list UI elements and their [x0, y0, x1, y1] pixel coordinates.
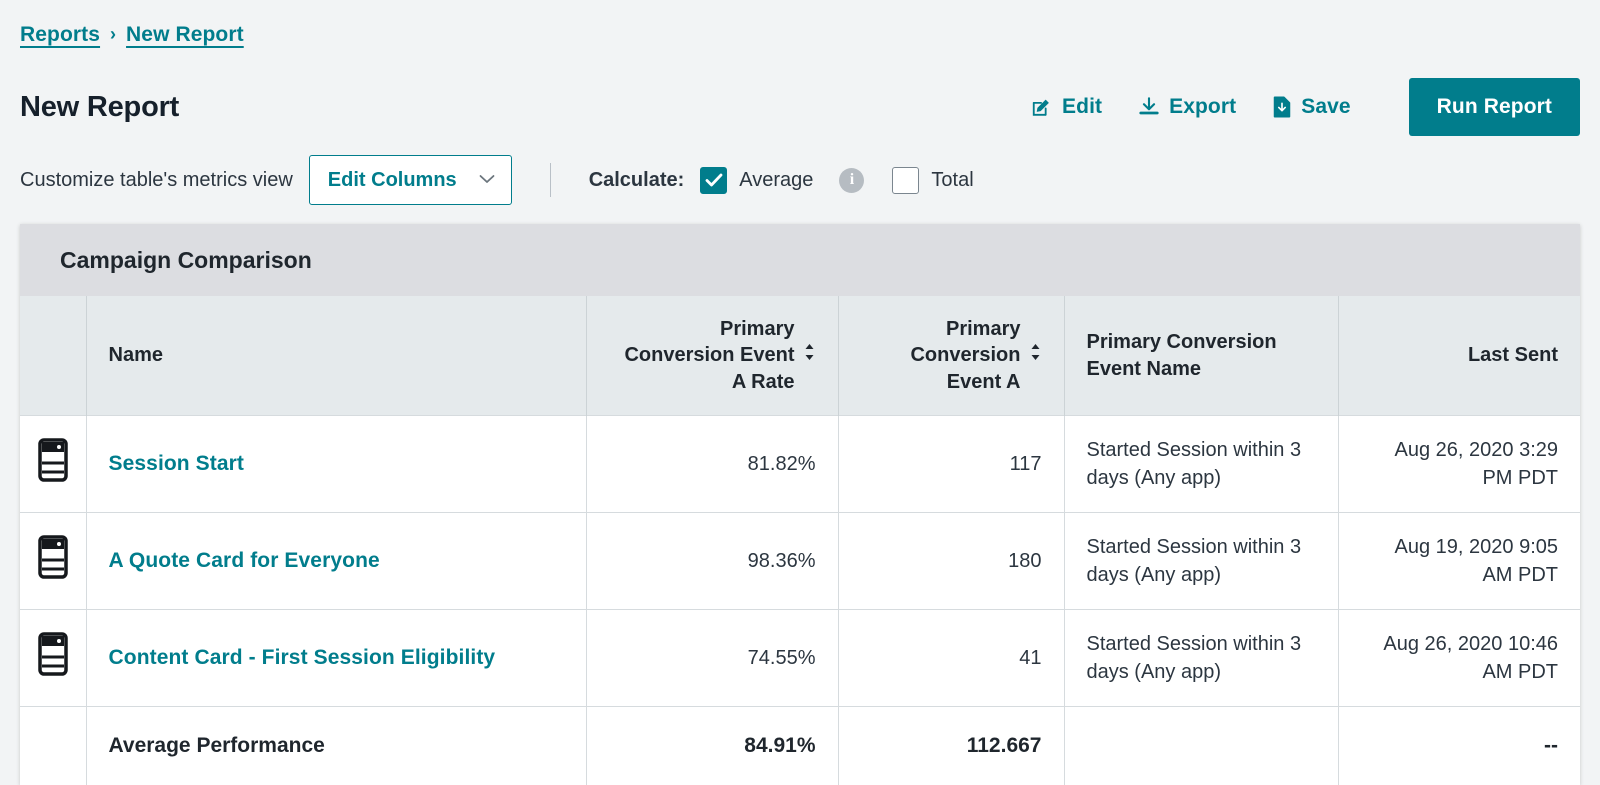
total-checkbox-group: Total: [892, 166, 974, 194]
save-file-icon: [1272, 96, 1292, 118]
column-header-rate[interactable]: Primary Conversion Event A Rate: [586, 296, 839, 416]
column-header-count[interactable]: Primary Conversion Event A: [838, 296, 1065, 416]
download-icon: [1138, 96, 1160, 118]
row-event-name-cell: Started Session within 3 days (Any app): [1064, 415, 1339, 513]
content-card-icon: [38, 438, 68, 490]
column-header-count-label: Primary Conversion Event A: [910, 318, 1021, 393]
campaign-comparison-card: Campaign Comparison Name Primary Convers…: [20, 224, 1580, 785]
edit-pencil-icon: [1031, 96, 1053, 118]
row-rate-cell: 74.55%: [586, 609, 839, 707]
chevron-down-icon: [479, 171, 495, 189]
total-checkbox[interactable]: [892, 166, 920, 194]
average-checkbox-group: Average i: [700, 166, 865, 194]
summary-rate-cell: 84.91%: [586, 706, 839, 785]
sort-arrows-icon: [803, 342, 816, 368]
run-report-button[interactable]: Run Report: [1408, 78, 1580, 136]
customize-metrics-label: Customize table's metrics view: [20, 168, 293, 191]
summary-label-cell: Average Performance: [86, 706, 587, 785]
report-page: Reports › New Report New Report Edit Exp…: [0, 0, 1600, 785]
content-card-icon: [38, 632, 68, 684]
toolbar-divider: [549, 163, 551, 197]
export-button-label: Export: [1169, 95, 1237, 118]
card-title: Campaign Comparison: [60, 246, 312, 273]
breadcrumb-item-new-report[interactable]: New Report: [126, 23, 244, 47]
column-header-rate-label: Primary Conversion Event A Rate: [624, 318, 795, 393]
row-count-cell: 117: [838, 415, 1065, 513]
row-last-sent-cell: Aug 26, 2020 10:46 AM PDT: [1338, 609, 1580, 707]
content-card-icon: [38, 535, 68, 587]
edit-button[interactable]: Edit: [1031, 95, 1102, 119]
save-button-label: Save: [1301, 95, 1351, 118]
column-header-event-name: Primary Conversion Event Name: [1064, 296, 1339, 416]
checkmark-icon: [705, 173, 723, 187]
edit-button-label: Edit: [1062, 95, 1103, 118]
row-rate-cell: 98.36%: [586, 512, 839, 610]
row-last-sent-cell: Aug 19, 2020 9:05 AM PDT: [1338, 512, 1580, 610]
row-event-name-cell: Started Session within 3 days (Any app): [1064, 512, 1339, 610]
summary-row: Average Performance 84.91% 112.667 --: [20, 706, 1580, 785]
row-name-cell: Content Card - First Session Eligibility: [86, 609, 587, 707]
summary-last-sent-cell: --: [1338, 706, 1580, 785]
page-header: New Report Edit Export Save Run Report: [20, 76, 1580, 138]
table-row: Session Start 81.82% 117 Started Session…: [20, 415, 1580, 513]
average-checkbox[interactable]: [700, 166, 728, 194]
row-name-cell: A Quote Card for Everyone: [86, 512, 587, 610]
save-button[interactable]: Save: [1272, 95, 1351, 119]
row-rate-cell: 81.82%: [586, 415, 839, 513]
chevron-right-icon: ›: [110, 24, 117, 44]
table-row: A Quote Card for Everyone 98.36% 180 Sta…: [20, 512, 1580, 610]
average-label: Average: [739, 168, 814, 191]
info-icon[interactable]: i: [839, 167, 865, 193]
calculate-label: Calculate:: [588, 168, 685, 191]
campaign-link[interactable]: Session Start: [109, 452, 245, 475]
edit-columns-dropdown[interactable]: Edit Columns: [308, 155, 512, 205]
summary-count-cell: 112.667: [838, 706, 1065, 785]
export-button[interactable]: Export: [1138, 95, 1236, 119]
table-header-row: Name Primary Conversion Event A Rate Pri…: [20, 296, 1580, 416]
sort-arrows-icon: [1029, 342, 1042, 368]
table-body: Session Start 81.82% 117 Started Session…: [20, 415, 1580, 785]
campaign-comparison-table: Name Primary Conversion Event A Rate Pri…: [20, 296, 1580, 785]
page-title: New Report: [20, 90, 180, 123]
row-last-sent-cell: Aug 26, 2020 3:29 PM PDT: [1338, 415, 1580, 513]
row-count-cell: 180: [838, 512, 1065, 610]
row-count-cell: 41: [838, 609, 1065, 707]
column-header-icon: [20, 296, 87, 416]
campaign-link[interactable]: A Quote Card for Everyone: [109, 549, 380, 572]
campaign-link[interactable]: Content Card - First Session Eligibility: [109, 646, 496, 669]
row-event-name-cell: Started Session within 3 days (Any app): [1064, 609, 1339, 707]
table-head: Name Primary Conversion Event A Rate Pri…: [20, 296, 1580, 416]
table-toolbar: Customize table's metrics view Edit Colu…: [20, 154, 1580, 206]
column-header-name: Name: [86, 296, 587, 416]
header-actions: Edit Export Save Run Report: [1031, 78, 1580, 136]
breadcrumb: Reports › New Report: [20, 0, 1580, 50]
row-icon-cell: [20, 512, 87, 610]
row-name-cell: Session Start: [86, 415, 587, 513]
total-label: Total: [931, 168, 974, 191]
breadcrumb-item-reports[interactable]: Reports: [20, 23, 100, 47]
edit-columns-label: Edit Columns: [327, 168, 457, 191]
card-header: Campaign Comparison: [20, 224, 1580, 296]
summary-event-name-cell: [1064, 706, 1339, 785]
column-header-last-sent: Last Sent: [1338, 296, 1580, 416]
row-icon-cell: [20, 415, 87, 513]
table-row: Content Card - First Session Eligibility…: [20, 609, 1580, 707]
summary-icon-cell: [20, 706, 87, 785]
row-icon-cell: [20, 609, 87, 707]
